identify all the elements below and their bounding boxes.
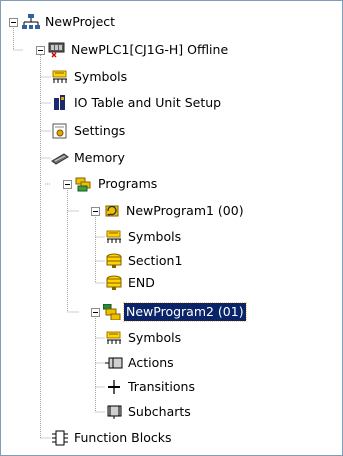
- tree-item-label: IO Table and Unit Setup: [74, 95, 222, 110]
- tree-item-label: NewProgram2 (01): [123, 302, 247, 322]
- tree-item-memory[interactable]: Memory: [51, 148, 127, 168]
- tree-item-symbols[interactable]: Symbols: [51, 67, 129, 87]
- tree-item-label: NewProject: [45, 14, 116, 29]
- programs-icon: [75, 176, 93, 192]
- tree-item-plc[interactable]: NewPLC1[CJ1G-H] Offline: [48, 40, 230, 60]
- tree-item-program1[interactable]: NewProgram1 (00): [103, 201, 246, 221]
- plc-offline-icon: [48, 42, 66, 58]
- tree-item-label: END: [128, 275, 155, 290]
- sfc-program-icon: [103, 304, 121, 320]
- tree-item-actions[interactable]: Actions: [105, 353, 176, 373]
- tree-item-label: Section1: [128, 253, 183, 268]
- memory-icon: [51, 150, 69, 166]
- tree-item-program2-symbols[interactable]: Symbols: [105, 328, 183, 348]
- section-icon: [105, 275, 123, 291]
- symbols-icon: [51, 69, 69, 85]
- collapse-plc-button[interactable]: [36, 46, 45, 55]
- symbols-icon: [105, 330, 123, 346]
- transitions-icon: [105, 379, 123, 395]
- tree-item-label: Function Blocks: [74, 430, 172, 445]
- tree-item-subcharts[interactable]: Subcharts: [105, 402, 193, 422]
- settings-icon: [51, 123, 69, 139]
- project-tree[interactable]: NewProject NewPLC1[CJ1G-H] Offline Symbo…: [0, 0, 343, 456]
- function-blocks-icon: [51, 430, 69, 446]
- tree-item-label: Symbols: [74, 69, 128, 84]
- tree-item-label: Symbols: [128, 330, 182, 345]
- tree-item-label: Subcharts: [128, 404, 191, 419]
- tree-item-section1[interactable]: Section1: [105, 251, 184, 271]
- tree-item-settings[interactable]: Settings: [51, 121, 127, 141]
- tree-item-label: Symbols: [128, 229, 182, 244]
- tree-item-label: Memory: [74, 150, 125, 165]
- tree-item-program1-symbols[interactable]: Symbols: [105, 227, 183, 247]
- tree-item-project[interactable]: NewProject: [22, 12, 117, 32]
- collapse-project-button[interactable]: [9, 18, 18, 27]
- tree-item-program2[interactable]: NewProgram2 (01): [103, 302, 247, 322]
- actions-icon: [105, 355, 123, 371]
- collapse-program2-button[interactable]: [91, 308, 100, 317]
- tree-item-label: Transitions: [128, 379, 195, 394]
- tree-item-label: Programs: [98, 176, 158, 191]
- tree-item-io-table[interactable]: IO Table and Unit Setup: [51, 93, 223, 113]
- tree-item-programs[interactable]: Programs: [75, 174, 159, 194]
- program-icon: [103, 203, 121, 219]
- project-network-icon: [22, 14, 40, 30]
- section-icon: [105, 253, 123, 269]
- collapse-program1-button[interactable]: [91, 207, 100, 216]
- collapse-programs-button[interactable]: [63, 180, 72, 189]
- tree-item-label: Settings: [74, 123, 126, 138]
- symbols-icon: [105, 229, 123, 245]
- tree-item-transitions[interactable]: Transitions: [105, 377, 197, 397]
- tree-item-function-blocks[interactable]: Function Blocks: [51, 428, 173, 448]
- io-table-icon: [51, 95, 69, 111]
- tree-item-end[interactable]: END: [105, 273, 157, 293]
- tree-item-label: Actions: [128, 355, 174, 370]
- subcharts-icon: [105, 404, 123, 420]
- tree-item-label: NewProgram1 (00): [126, 203, 244, 218]
- tree-item-label: NewPLC1[CJ1G-H] Offline: [71, 42, 229, 57]
